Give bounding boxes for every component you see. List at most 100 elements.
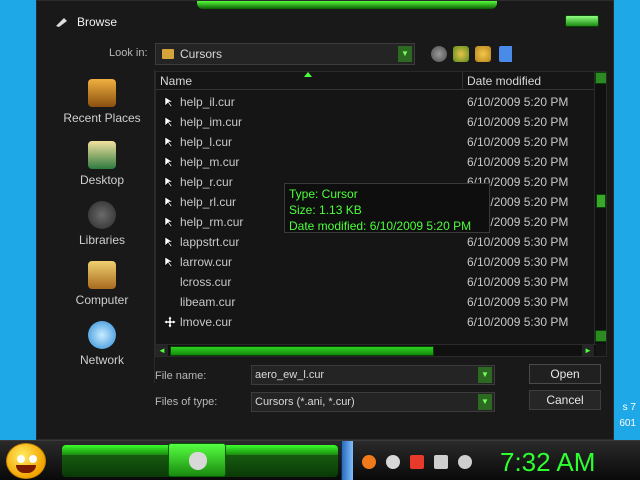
open-button[interactable]: Open [529, 364, 601, 384]
list-item[interactable]: lmove.cur 6/10/2009 5:30 PM [156, 312, 596, 332]
place-label: Network [79, 353, 124, 367]
file-name: larrow.cur [180, 255, 233, 269]
list-item[interactable]: help_il.cur 6/10/2009 5:20 PM [156, 92, 596, 112]
computer-icon [88, 261, 116, 289]
places-bar: Recent Places Desktop Libraries Computer… [49, 69, 155, 383]
chevron-down-icon[interactable]: ▼ [478, 367, 492, 383]
file-date: 6/10/2009 5:30 PM [467, 315, 569, 329]
place-label: Computer [75, 293, 129, 307]
network-tray-icon[interactable] [434, 455, 448, 469]
file-name: help_r.cur [180, 175, 233, 189]
file-name: help_l.cur [180, 135, 233, 149]
place-label: Libraries [78, 233, 126, 247]
file-date: 6/10/2009 5:20 PM [467, 155, 569, 169]
minus-icon[interactable] [386, 455, 400, 469]
sort-ascending-icon [304, 72, 312, 77]
recent-places-icon [88, 79, 116, 107]
browse-dialog: Browse Look in: Cursors ▼ Recent Places … [36, 0, 614, 440]
cursor-file-icon [164, 116, 175, 128]
title-area: Browse [55, 15, 117, 29]
smiley-eye [29, 455, 37, 463]
view-menu-icon[interactable] [499, 46, 521, 62]
cursor-file-icon [164, 276, 174, 288]
list-item[interactable]: help_l.cur 6/10/2009 5:20 PM [156, 132, 596, 152]
network-icon [88, 321, 116, 349]
tooltip-size: Size: 1.13 KB [289, 203, 362, 217]
new-folder-icon[interactable] [475, 46, 491, 62]
scroll-right-button[interactable]: ► [582, 345, 594, 356]
place-label: Desktop [79, 173, 125, 187]
list-item[interactable]: larrow.cur 6/10/2009 5:30 PM [156, 252, 596, 272]
list-item[interactable]: libeam.cur 6/10/2009 5:30 PM [156, 292, 596, 312]
cancel-button[interactable]: Cancel [529, 390, 601, 410]
search-icon[interactable] [362, 455, 376, 469]
libraries-icon [88, 201, 116, 229]
scroll-up-button[interactable] [595, 72, 606, 84]
list-item[interactable]: lcross.cur 6/10/2009 5:30 PM [156, 272, 596, 292]
up-folder-icon[interactable] [453, 46, 469, 62]
file-name: libeam.cur [180, 295, 236, 309]
file-date: 6/10/2009 5:20 PM [467, 95, 569, 109]
taskbar: 7:32 AM [0, 440, 640, 480]
look-in-dropdown[interactable]: Cursors ▼ [155, 43, 415, 65]
file-name: help_rm.cur [180, 215, 244, 229]
start-button[interactable] [6, 443, 46, 479]
back-icon[interactable] [431, 46, 447, 62]
cursor-file-icon [164, 196, 175, 208]
cursor-file-icon [164, 96, 175, 108]
file-name: lappstrt.cur [180, 235, 240, 249]
show-desktop-button[interactable] [341, 441, 353, 480]
place-libraries[interactable]: Libraries [49, 201, 155, 247]
scroll-down-button[interactable] [595, 330, 606, 342]
mouse-icon [189, 452, 207, 470]
file-date: 6/10/2009 5:20 PM [467, 135, 569, 149]
folder-icon [162, 49, 174, 59]
horizontal-scroll-thumb[interactable] [170, 346, 434, 356]
tooltip-modified: Date modified: 6/10/2009 5:20 PM [289, 219, 472, 233]
files-of-type-label: Files of type: [155, 396, 218, 408]
cursor-file-icon [164, 256, 175, 268]
list-item[interactable]: help_m.cur 6/10/2009 5:20 PM [156, 152, 596, 172]
file-date: 6/10/2009 5:30 PM [467, 275, 569, 289]
smiley-mouth [16, 465, 36, 473]
look-in-label: Look in: [109, 47, 148, 59]
file-date: 6/10/2009 5:20 PM [467, 115, 569, 129]
file-name-value: aero_ew_l.cur [255, 369, 325, 381]
list-header: Name Date modified [156, 72, 596, 90]
file-name: help_m.cur [180, 155, 240, 169]
place-network[interactable]: Network [49, 321, 155, 367]
scroll-left-button[interactable]: ◄ [156, 345, 168, 356]
tooltip-type: Type: Cursor [289, 187, 358, 201]
taskbar-item-mouse[interactable] [168, 443, 226, 477]
place-recent-places[interactable]: Recent Places [49, 79, 155, 125]
smiley-eye [17, 455, 25, 463]
file-name-label: File name: [155, 370, 207, 382]
place-computer[interactable]: Computer [49, 261, 155, 307]
horizontal-scrollbar[interactable]: ◄ ► [156, 344, 596, 356]
files-of-type-dropdown[interactable]: Cursors (*.ani, *.cur) ▼ [251, 392, 495, 412]
place-label: Recent Places [63, 111, 141, 125]
vertical-scroll-thumb[interactable] [596, 194, 606, 208]
file-date: 6/10/2009 5:30 PM [467, 295, 569, 309]
vertical-scrollbar[interactable] [594, 72, 606, 344]
clock[interactable]: 7:32 AM [500, 447, 595, 478]
cursor-file-icon [164, 216, 175, 228]
file-name: help_im.cur [180, 115, 243, 129]
file-info-tooltip: Type: Cursor Size: 1.13 KB Date modified… [284, 183, 490, 233]
action-center-flag-icon[interactable] [410, 455, 424, 469]
title-glow [197, 1, 497, 9]
chevron-down-icon[interactable]: ▼ [398, 46, 412, 62]
column-date-modified[interactable]: Date modified [462, 72, 592, 90]
mouse-cursor-icon [55, 16, 69, 28]
file-date: 6/10/2009 5:30 PM [467, 235, 569, 249]
chevron-down-icon[interactable]: ▼ [478, 394, 492, 410]
file-name: lmove.cur [180, 315, 233, 329]
volume-icon[interactable] [458, 455, 472, 469]
list-item[interactable]: help_im.cur 6/10/2009 5:20 PM [156, 112, 596, 132]
cursor-file-icon [164, 236, 175, 248]
list-item[interactable]: lappstrt.cur 6/10/2009 5:30 PM [156, 232, 596, 252]
close-button[interactable] [565, 15, 599, 27]
window-title: Browse [77, 15, 118, 29]
place-desktop[interactable]: Desktop [49, 141, 155, 187]
file-name-input[interactable]: aero_ew_l.cur ▼ [251, 365, 495, 385]
